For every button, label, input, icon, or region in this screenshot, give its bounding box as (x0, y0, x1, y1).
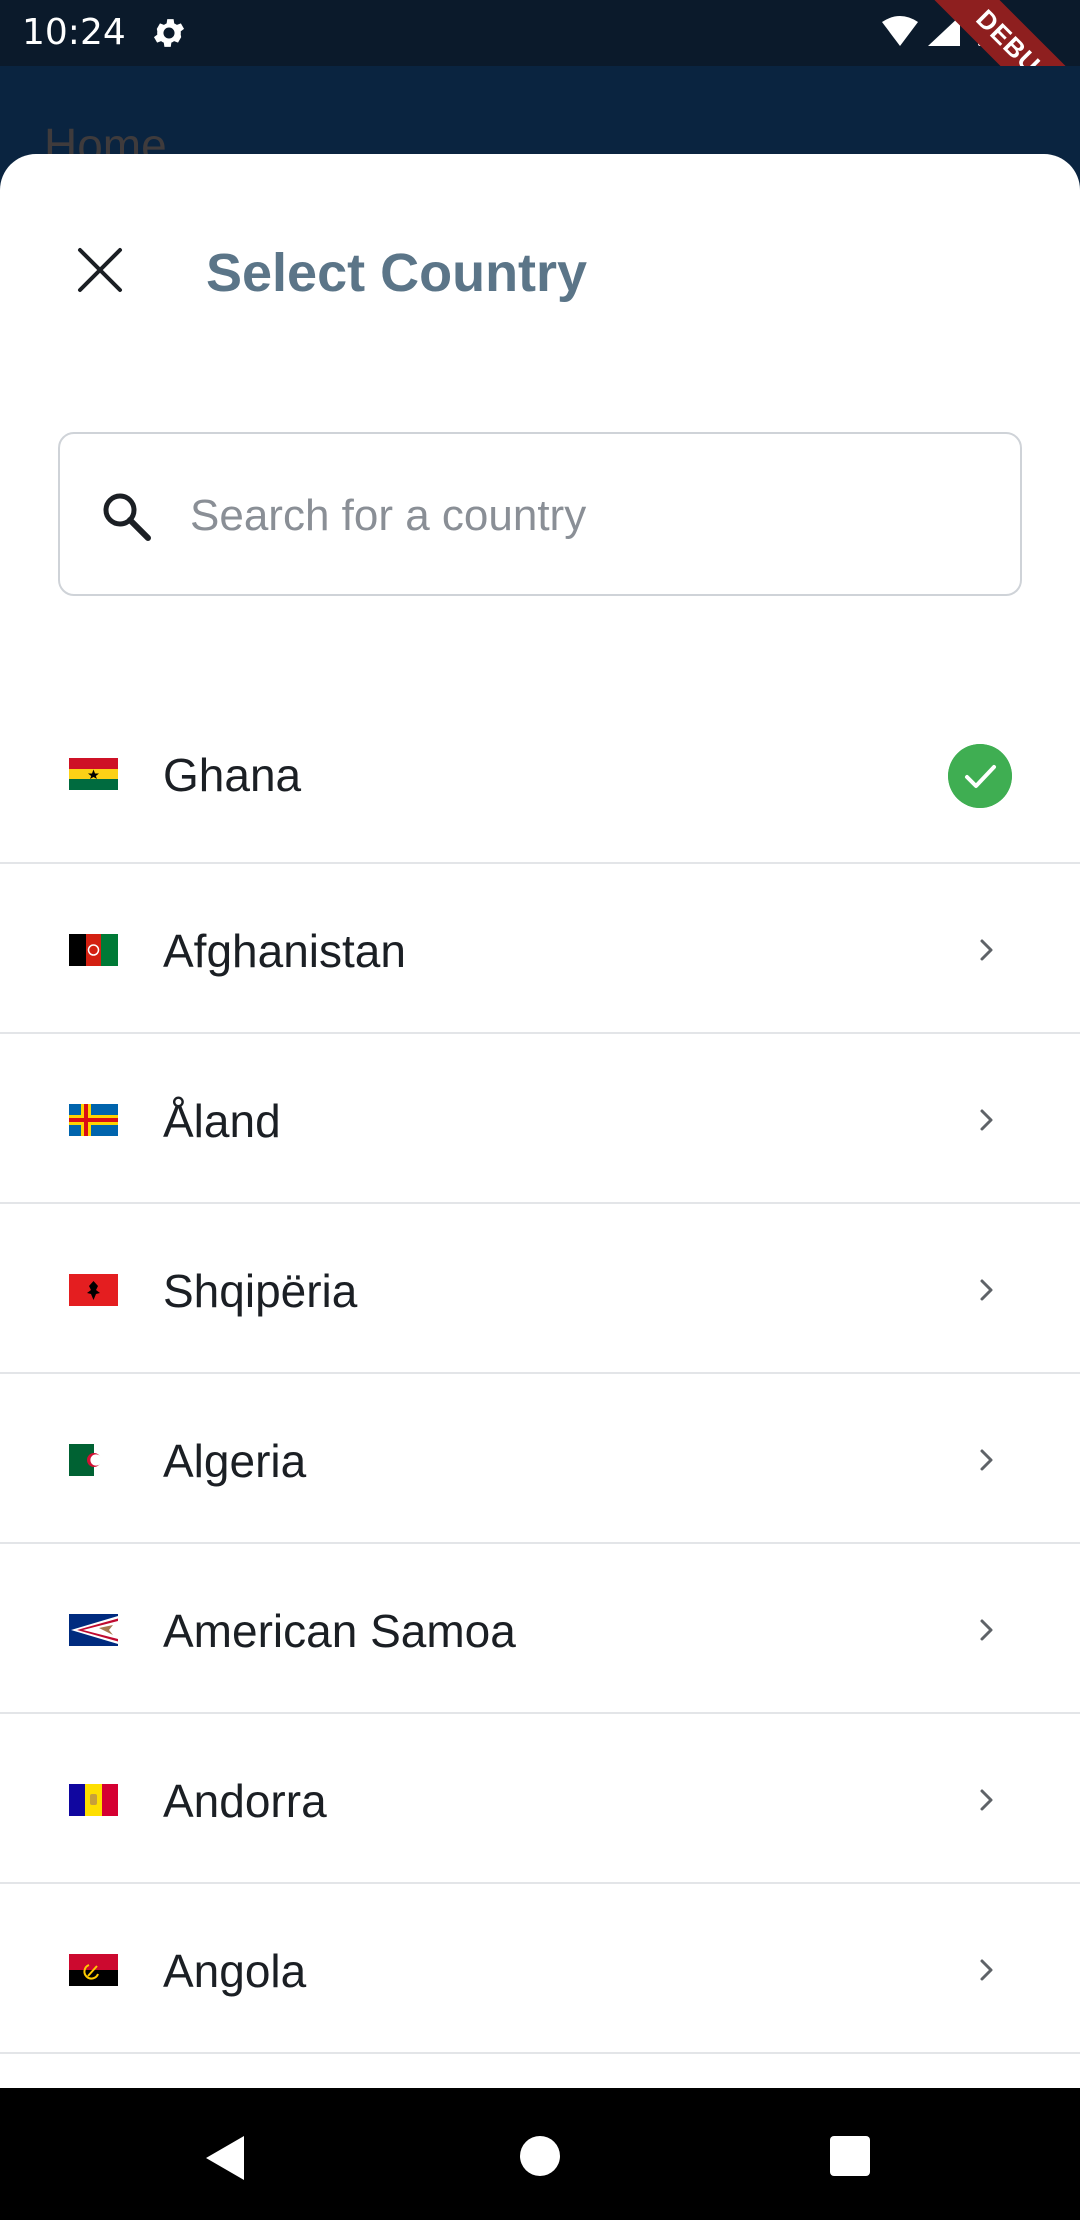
chevron-right-icon (980, 1109, 993, 1131)
wifi-icon (882, 16, 918, 46)
chevron-right-icon (980, 1449, 993, 1471)
country-row-american-samoa[interactable]: American Samoa (0, 1544, 1080, 1714)
albania-flag-icon (69, 1274, 118, 1306)
gear-icon (153, 19, 185, 47)
aland-flag-icon (69, 1104, 118, 1136)
country-picker-sheet: Select Country Ghana (0, 154, 1080, 2088)
country-name: Ghana (163, 749, 302, 801)
country-name: Afghanistan (163, 925, 406, 977)
angola-flag-icon (69, 1954, 118, 1986)
afghanistan-flag-icon (69, 934, 118, 966)
sheet-title: Select Country (206, 243, 588, 303)
country-row-angola[interactable]: Angola (0, 1884, 1080, 2054)
country-name: Shqipëria (163, 1265, 358, 1317)
country-name: Angola (163, 1945, 307, 1997)
country-name: Algeria (163, 1435, 307, 1487)
country-name: American Samoa (163, 1605, 516, 1657)
recent-apps-icon[interactable] (830, 2136, 870, 2176)
search-input[interactable] (190, 476, 990, 556)
chevron-right-icon (980, 1279, 993, 1301)
back-icon[interactable] (204, 2134, 248, 2182)
country-list: Ghana Afghanistan Åland Shqipëria Algeri… (0, 684, 1080, 2054)
country-row-ghana[interactable]: Ghana (0, 684, 1080, 864)
chevron-right-icon (980, 939, 993, 961)
country-row-afghanistan[interactable]: Afghanistan (0, 864, 1080, 1034)
algeria-flag-icon (69, 1444, 118, 1476)
status-time: 10:24 (22, 12, 126, 53)
search-field[interactable] (58, 432, 1022, 596)
country-row-albania[interactable]: Shqipëria (0, 1204, 1080, 1374)
country-row-andorra[interactable]: Andorra (0, 1714, 1080, 1884)
home-icon[interactable] (520, 2136, 560, 2176)
check-circle-icon (948, 744, 1012, 808)
status-bar: 10:24 DEBUG (0, 0, 1080, 158)
andorra-flag-icon (69, 1784, 118, 1816)
chevron-right-icon (980, 1959, 993, 1981)
chevron-right-icon (980, 1789, 993, 1811)
country-name: Andorra (163, 1775, 327, 1827)
country-row-aland[interactable]: Åland (0, 1034, 1080, 1204)
country-name: Åland (163, 1095, 281, 1147)
chevron-right-icon (980, 1619, 993, 1641)
system-nav-bar (0, 2088, 1080, 2220)
american-samoa-flag-icon (69, 1614, 118, 1646)
app-bar: Home (0, 66, 1080, 171)
country-row-algeria[interactable]: Algeria (0, 1374, 1080, 1544)
search-icon (103, 493, 151, 541)
close-icon[interactable] (70, 240, 130, 300)
ghana-flag-icon (69, 758, 118, 790)
